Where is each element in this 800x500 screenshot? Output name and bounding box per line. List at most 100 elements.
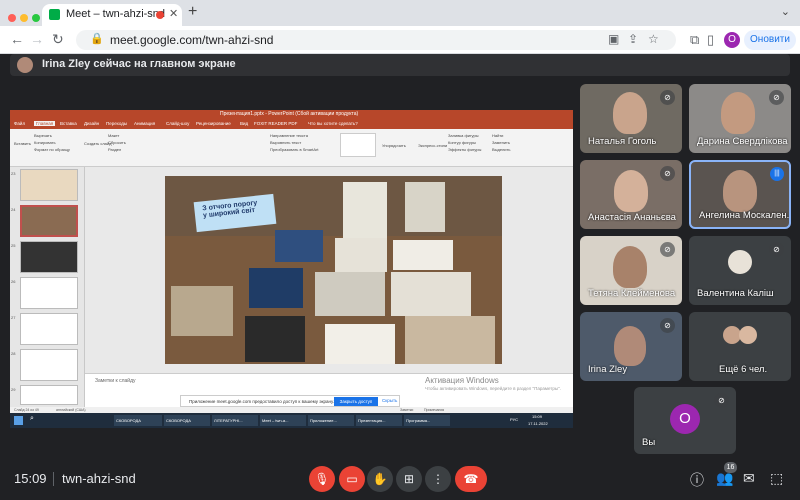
book-cover: [245, 316, 305, 362]
screen-share-notice-text: Приложение meet.google.com предоставило …: [189, 399, 335, 404]
profile-avatar[interactable]: O: [724, 32, 740, 48]
extensions-icon[interactable]: ⧉: [690, 32, 699, 48]
more-participants-tile[interactable]: Ещё 6 чел.: [689, 312, 791, 381]
browser-tab-meet[interactable]: Meet – twn-ahzi-snd ✕: [42, 4, 182, 26]
update-button[interactable]: Оновити: [744, 30, 796, 50]
participant-tile[interactable]: ⊘ Дарина Свердлікова: [689, 84, 791, 153]
participant-name: Валентина Каліш: [697, 288, 774, 299]
participant-video: [614, 170, 648, 212]
zoom-window-button[interactable]: [32, 14, 40, 22]
powerpoint-window-title: Презентация1.pptx - PowerPoint (Сбой акт…: [220, 111, 359, 117]
raise-hand-button[interactable]: ✋: [367, 466, 393, 492]
mic-off-icon: ⊘: [660, 242, 675, 257]
bookmark-star-icon[interactable]: ☆: [648, 32, 659, 46]
forward-icon[interactable]: →: [30, 31, 44, 47]
slide-number: 25: [11, 243, 16, 248]
slide-thumbnail: [20, 313, 78, 345]
ribbon-tab: Главная: [34, 121, 56, 126]
book-cover: [405, 182, 445, 232]
mic-off-icon: ⊘: [769, 242, 784, 257]
ribbon-tab: Дизайн: [84, 121, 100, 126]
slide-thumbnail: [20, 349, 78, 381]
mic-toggle-button[interactable]: 🎙: [309, 466, 335, 492]
book-portrait: [343, 182, 387, 240]
chat-icon[interactable]: ✉: [743, 470, 755, 487]
taskbar-search-icon: ⌕: [30, 415, 34, 422]
address-bar[interactable]: 🔒 meet.google.com/twn-ahzi-snd ▣ ⇪ ☆: [76, 30, 676, 50]
slide-number: 28: [11, 351, 16, 356]
new-tab-icon[interactable]: +: [188, 3, 197, 21]
powerpoint-ribbon: Вставить Вырезать Копировать Формат по о…: [10, 129, 573, 167]
meet-favicon-icon: [49, 9, 60, 20]
ribbon-item: Формат по образцу: [34, 147, 70, 152]
ribbon-item: Заменить: [492, 140, 510, 145]
shapes-gallery: [340, 133, 376, 157]
participant-name: Ангелина Москален...: [699, 210, 791, 221]
ribbon-item: Экспресс-стили: [418, 143, 448, 148]
windows-activation-title: Активация Windows: [425, 376, 499, 385]
back-icon[interactable]: ←: [10, 31, 24, 47]
slide-number: 26: [11, 279, 16, 284]
meeting-info-icon[interactable]: ⓘ: [690, 470, 704, 490]
participant-name: Irina Zley: [588, 364, 628, 375]
ribbon-item: Упорядочить: [382, 143, 406, 148]
ribbon-item: Макет: [108, 133, 120, 138]
book-cover: [393, 240, 453, 270]
stop-sharing-button[interactable]: Закрыть доступ: [334, 397, 378, 406]
book-cover: [405, 316, 495, 364]
activities-icon[interactable]: ⬚: [770, 470, 783, 487]
present-screen-button[interactable]: ⊞: [396, 466, 422, 492]
participant-tile[interactable]: ⊘ Наталья Гоголь: [580, 84, 682, 153]
participant-tile[interactable]: ⊘ Irina Zley: [580, 312, 682, 381]
close-tab-icon[interactable]: ✕: [169, 7, 178, 20]
leave-call-button[interactable]: ☎: [455, 466, 487, 492]
participant-video: [614, 326, 646, 366]
book-cover: [335, 238, 387, 272]
taskbar-item: Программа...: [404, 415, 450, 426]
status-notes: Заметки: [400, 408, 414, 412]
ribbon-item: Преобразовать в SmartArt: [270, 147, 319, 152]
screen-share-notice: Приложение meet.google.com предоставило …: [180, 395, 400, 407]
ribbon-tab: Анимация: [134, 121, 156, 126]
window-controls: [8, 9, 44, 27]
ribbon-item: Заливка фигуры: [448, 133, 479, 138]
minimize-window-button[interactable]: [20, 14, 28, 22]
address-url: meet.google.com/twn-ahzi-snd: [110, 33, 274, 47]
ribbon-item: Сбросить: [108, 140, 126, 145]
ribbon-tab: Переходы: [106, 121, 128, 126]
self-tile[interactable]: O ⊘ Вы: [634, 387, 736, 454]
slide-thumbnail: [20, 277, 78, 309]
sidepanel-icon[interactable]: ▯: [707, 32, 714, 48]
windows-start-icon: [14, 416, 23, 425]
meeting-time: 15:09: [14, 471, 47, 486]
status-language: английский (США): [56, 408, 86, 412]
lock-icon: 🔒: [90, 33, 104, 45]
share-icon[interactable]: ⇪: [628, 32, 638, 46]
participant-tile[interactable]: ⊘ Тетяна Клейменова: [580, 236, 682, 305]
presenter-banner-text: Irina Zley сейчас на главном экране: [42, 58, 236, 70]
slide-thumbnails: 23 24 25 26 27 28 29: [10, 167, 85, 407]
browser-toolbar: ← → ↻ 🔒 meet.google.com/twn-ahzi-snd ▣ ⇪…: [0, 26, 800, 54]
self-name: Вы: [642, 437, 656, 448]
participant-tile-active-speaker[interactable]: ||| Ангелина Москален...: [689, 160, 791, 229]
hide-notice-button[interactable]: Скрыть: [382, 398, 397, 403]
speaking-indicator-icon: |||: [770, 167, 784, 181]
slide-number: 23: [11, 171, 16, 176]
participants-count-badge: 16: [724, 462, 737, 473]
participant-video: [723, 170, 757, 212]
camera-permission-icon[interactable]: ▣: [608, 32, 619, 46]
book-cover: [315, 272, 385, 316]
slide-photo-books: З отчого порогу у широкий світ: [165, 176, 502, 364]
tab-search-chevron-icon[interactable]: ⌄: [781, 5, 790, 18]
tab-title: Meet – twn-ahzi-snd: [66, 8, 166, 20]
ribbon-item: Вставить: [14, 141, 31, 146]
ribbon-item: Выделить: [492, 147, 511, 152]
slide-thumbnail-selected: [20, 205, 78, 237]
participant-tile[interactable]: ⊘ Анастасія Ананьєва: [580, 160, 682, 229]
reload-icon[interactable]: ↻: [52, 31, 64, 48]
participant-tile[interactable]: ⊘ Валентина Каліш: [689, 236, 791, 305]
more-options-button[interactable]: ⋮: [425, 466, 451, 492]
close-window-button[interactable]: [8, 14, 16, 22]
ribbon-item: Вырезать: [34, 133, 52, 138]
camera-toggle-button[interactable]: ▭: [339, 466, 365, 492]
